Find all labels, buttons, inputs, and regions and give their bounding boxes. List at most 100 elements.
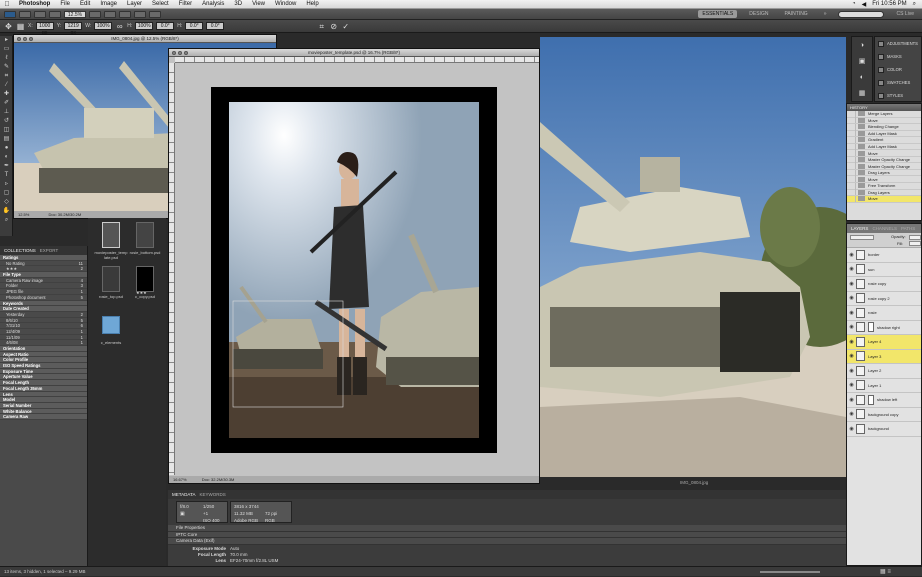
shape-tool-icon[interactable]: ▢ — [1, 189, 12, 198]
zoom-window-icon[interactable] — [184, 51, 188, 55]
background-document-canvas[interactable] — [540, 37, 846, 477]
history-brush-source[interactable] — [847, 163, 856, 170]
eye-icon[interactable]: ◉ — [847, 281, 856, 287]
main-document-zoom[interactable]: 16.67% — [173, 477, 187, 482]
layer-row[interactable]: ◉ border — [847, 248, 921, 263]
eye-icon[interactable]: ◉ — [847, 397, 856, 403]
layer-mask-thumbnail[interactable] — [868, 322, 874, 333]
panel-styles[interactable]: STYLES — [875, 89, 921, 102]
tab-export[interactable]: EXPORT — [40, 248, 58, 253]
movie-poster-canvas[interactable] — [211, 87, 497, 453]
eraser-tool-icon[interactable]: ◫ — [1, 126, 12, 135]
eye-icon[interactable]: ◉ — [847, 426, 856, 432]
type-tool-icon[interactable]: T — [1, 171, 12, 180]
healing-brush-tool-icon[interactable]: ✚ — [1, 90, 12, 99]
wifi-icon[interactable]: ◔ — [852, 1, 856, 7]
arrange-documents-button[interactable] — [134, 10, 146, 18]
history-brush-source[interactable] — [847, 123, 856, 130]
eye-icon[interactable]: ◉ — [847, 353, 856, 359]
eye-icon[interactable]: ◉ — [847, 411, 856, 417]
history-brush-source[interactable] — [847, 176, 856, 183]
path-select-tool-icon[interactable]: ▹ — [1, 180, 12, 189]
history-brush-source[interactable] — [847, 143, 856, 150]
eye-icon[interactable]: ◉ — [847, 368, 856, 374]
document-zoom[interactable]: 12.5% — [18, 212, 29, 217]
menubar-clock[interactable]: Fri 10:56 PM — [872, 1, 906, 7]
skew-v-field[interactable]: 0.0° — [206, 22, 225, 30]
thumbnail-c-elements-folder[interactable]: c_elements — [98, 312, 124, 352]
menu-3d[interactable]: 3D — [229, 1, 247, 7]
layer-row[interactable]: ◉ sun — [847, 263, 921, 277]
zoom-tool-button[interactable] — [104, 10, 116, 18]
skew-h-field[interactable]: 0.0° — [185, 22, 204, 30]
masks-panel-icon[interactable]: ▣ — [852, 53, 872, 69]
panel-adjustments[interactable]: ADJUSTMENTS — [875, 37, 921, 50]
workspace-more-icon[interactable]: » — [820, 10, 831, 18]
horizontal-ruler[interactable] — [175, 57, 539, 63]
launch-minibridge-button[interactable] — [34, 10, 46, 18]
layer-row[interactable]: ◉ background copy — [847, 408, 921, 422]
hand-tool-button[interactable] — [89, 10, 101, 18]
layer-row[interactable]: ◉ rosie — [847, 306, 921, 321]
history-brush-tool-icon[interactable]: ↺ — [1, 117, 12, 126]
blend-mode-select[interactable] — [850, 235, 874, 240]
eye-icon[interactable]: ◉ — [847, 339, 856, 345]
gradient-tool-icon[interactable]: ▤ — [1, 135, 12, 144]
brush-tool-icon[interactable]: ✐ — [1, 99, 12, 108]
transform-y-field[interactable]: 1219 px — [64, 22, 83, 36]
transform-w-field[interactable]: 100% — [94, 22, 113, 30]
menu-select[interactable]: Select — [147, 1, 174, 7]
document-title-bar[interactable]: IMG_0804.jpg @ 12.5% (RGB/8*) — [14, 35, 276, 43]
swatches-panel-icon[interactable]: ▦ — [852, 85, 872, 101]
menu-analysis[interactable]: Analysis — [197, 1, 229, 7]
thumbnail-size-slider[interactable] — [760, 571, 820, 573]
panel-color[interactable]: COLOR — [875, 63, 921, 76]
zoom-tool-icon[interactable]: ⌕ — [1, 216, 12, 225]
history-brush-source[interactable] — [847, 150, 856, 157]
document-window-movieposter[interactable]: movieposter_template.psd @ 16.7% (RGB/8*… — [168, 48, 540, 484]
layer-row[interactable]: ◉ Layer 3 — [847, 349, 921, 364]
eye-icon[interactable]: ◉ — [847, 295, 856, 301]
menu-filter[interactable]: Filter — [174, 1, 197, 7]
lasso-tool-icon[interactable]: ℓ — [1, 54, 12, 63]
close-window-icon[interactable] — [17, 37, 21, 41]
tab-channels[interactable]: CHANNELS — [872, 226, 897, 231]
tool-preset-icon[interactable]: ✥ — [4, 22, 13, 31]
menu-help[interactable]: Help — [301, 1, 323, 7]
3d-rotate-tool-icon[interactable]: ◇ — [1, 198, 12, 207]
close-window-icon[interactable] — [172, 51, 176, 55]
eye-icon[interactable]: ◉ — [847, 324, 856, 330]
move-tool-icon[interactable]: ▸ — [1, 36, 12, 45]
thumbnail-rosie-bottom[interactable]: rosie_bottom.psd — [130, 222, 160, 262]
history-brush-source[interactable] — [847, 169, 856, 176]
cs-live-button[interactable]: CS Live — [892, 10, 918, 18]
warp-toggle-icon[interactable]: ⌗ — [317, 22, 326, 31]
tab-metadata[interactable]: METADATA — [172, 492, 196, 497]
minimize-window-icon[interactable] — [178, 51, 182, 55]
layer-row[interactable]: ◉ Layer 4 — [847, 335, 921, 350]
workspace-painting[interactable]: PAINTING — [780, 10, 811, 18]
menu-view[interactable]: View — [247, 1, 270, 7]
layer-row[interactable]: ◉ rosie copy 2 — [847, 292, 921, 306]
tab-layers[interactable]: LAYERS — [851, 226, 868, 231]
history-brush-source[interactable] — [847, 195, 856, 202]
workspace-essentials[interactable]: ESSENTIALS — [698, 10, 738, 18]
transform-x-field[interactable]: 1000 px — [35, 22, 54, 36]
eyedropper-tool-icon[interactable]: ⁄ — [1, 81, 12, 90]
clone-stamp-tool-icon[interactable]: ⊥ — [1, 108, 12, 117]
menu-edit[interactable]: Edit — [75, 1, 95, 7]
hand-tool-icon[interactable]: ✋ — [1, 207, 12, 216]
spotlight-icon[interactable]: ⌕ — [913, 1, 916, 8]
main-document-title-bar[interactable]: movieposter_template.psd @ 16.7% (RGB/8*… — [169, 49, 539, 57]
menu-app-name[interactable]: Photoshop — [14, 1, 55, 7]
reference-point-icon[interactable]: ▦ — [16, 22, 25, 31]
filter-category[interactable]: Camera Raw — [0, 414, 87, 420]
thumbnail-rosie-top[interactable]: rosie_top.psd — [98, 266, 124, 306]
eye-icon[interactable]: ◉ — [847, 266, 856, 272]
panel-swatches[interactable]: SWATCHES — [875, 76, 921, 89]
help-search-input[interactable] — [838, 10, 885, 18]
layer-row[interactable]: ◉ background — [847, 422, 921, 437]
pen-tool-icon[interactable]: ✒ — [1, 162, 12, 171]
layer-row[interactable]: ◉ Layer 1 — [847, 379, 921, 393]
transform-h-field[interactable]: 100% — [135, 22, 154, 30]
